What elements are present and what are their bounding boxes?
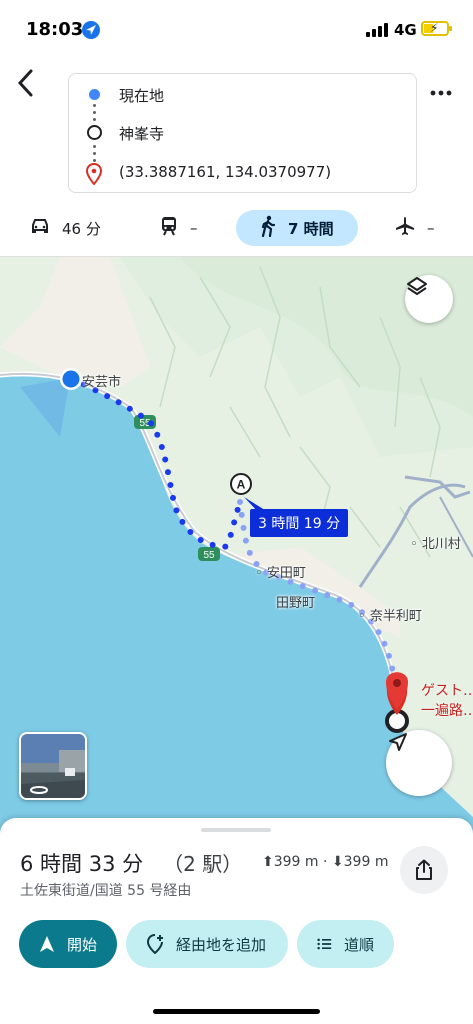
place-label-kitagawa-text: 北川村 (421, 537, 461, 552)
home-indicator[interactable] (153, 1009, 320, 1014)
place-label-tanno: 田野町 (276, 596, 316, 611)
add-stop-button[interactable]: 経由地を追加 (126, 920, 288, 968)
start-navigation-button[interactable]: 開始 (19, 920, 117, 968)
navigation-arrow-icon (389, 733, 407, 751)
mode-walk-label: 7 時間 (288, 219, 334, 238)
chevron-left-icon (17, 69, 33, 97)
waypoint-field[interactable]: 神峯寺 (119, 123, 164, 144)
origin-field[interactable]: 現在地 (119, 85, 164, 106)
mode-drive-label: 46 分 (62, 219, 101, 238)
destination-label: ゲスト… 一遍路… (421, 681, 473, 721)
recenter-button[interactable] (386, 730, 452, 796)
current-location-dot (62, 370, 80, 388)
route-total-duration: 6 時間 33 分 （2 駅） (20, 848, 242, 878)
navigation-icon (39, 936, 54, 952)
location-arrow-icon (82, 21, 100, 39)
mode-flight-label: – (427, 219, 435, 237)
place-label-yasuda: ◦ 安田町 (255, 566, 306, 581)
add-location-icon (146, 934, 163, 954)
layers-button[interactable] (405, 275, 453, 323)
mode-transit-label: – (190, 219, 198, 237)
share-button[interactable] (400, 846, 448, 894)
route-shield-text: 55 (203, 550, 215, 561)
list-icon (317, 938, 332, 950)
ascent-value: 399 m (273, 854, 319, 870)
network-label: 4G (394, 21, 417, 39)
route-input-box: 現在地 神峯寺 (33.3887161, 134.0370977) (68, 73, 417, 193)
mode-transit[interactable]: – (160, 210, 198, 246)
stations-count: （2 駅） (163, 852, 243, 876)
route-duration-bubble[interactable]: 3 時間 19 分 (250, 509, 349, 537)
destination-pin-icon (85, 162, 103, 189)
connector-dots (93, 104, 96, 125)
more-horizontal-icon (430, 90, 452, 96)
plane-icon (395, 216, 415, 241)
place-label-yasuda-text: 安田町 (266, 566, 306, 581)
share-icon (416, 859, 432, 880)
status-time: 18:03 (26, 19, 84, 40)
place-label-kitagawa: ◦ 北川村 (410, 537, 461, 552)
train-icon (160, 216, 178, 241)
route-summary-sheet: 6 時間 33 分 （2 駅） ⬆399 m · ⬇399 m 土佐東街道/国道 … (0, 818, 473, 1024)
route-shield-55: 55 (198, 547, 220, 561)
start-label: 開始 (66, 935, 97, 954)
waypoint-ring-icon (87, 125, 102, 140)
place-label-nahari: ◦ 奈半利町 (358, 609, 422, 624)
street-view-thumbnail[interactable] (19, 732, 87, 800)
ascent-icon: ⬆ (262, 854, 274, 870)
sheet-drag-handle[interactable] (201, 828, 271, 832)
walk-icon (260, 215, 276, 242)
car-icon (30, 217, 50, 240)
destination-field[interactable]: (33.3887161, 134.0370977) (119, 163, 331, 181)
destination-label-line1: ゲスト… (421, 683, 473, 699)
steps-label: 道順 (343, 935, 374, 954)
destination-label-line2: 一遍路… (421, 703, 473, 719)
map-view[interactable]: 55 55 A 安芸市 ◦ 安田町 田野町 ◦ 奈半利町 ◦ 北川村 3 時間 … (0, 257, 473, 837)
more-options-button[interactable] (430, 78, 452, 103)
signal-icon (366, 23, 390, 37)
route-via-text: 土佐東街道/国道 55 号経由 (20, 883, 192, 899)
add-stop-label: 経由地を追加 (176, 935, 267, 954)
descent-icon: ⬇ (331, 854, 344, 870)
descent-value: 399 m (343, 854, 389, 870)
elevation-summary: ⬆399 m · ⬇399 m (262, 854, 389, 870)
battery-icon: ⚡ (421, 21, 452, 36)
place-label-aki: 安芸市 (82, 375, 122, 390)
travel-mode-bar: 46 分 – 7 時間 – (0, 210, 473, 250)
mode-drive[interactable]: 46 分 (30, 210, 101, 246)
destination-pin-icon[interactable] (385, 672, 409, 733)
waypoint-a-text: A (237, 478, 246, 492)
origin-dot-icon (89, 89, 100, 100)
place-label-nahari-text: 奈半利町 (369, 609, 422, 624)
layers-icon (407, 277, 427, 295)
mode-walk[interactable]: 7 時間 (236, 210, 358, 246)
waypoint-a-marker[interactable]: A (230, 473, 252, 495)
back-button[interactable] (14, 66, 48, 106)
steps-button[interactable]: 道順 (297, 920, 394, 968)
status-bar: 18:03 4G ⚡ (0, 0, 473, 56)
duration-text: 6 時間 33 分 (20, 852, 144, 876)
mode-flight[interactable]: – (395, 210, 435, 246)
